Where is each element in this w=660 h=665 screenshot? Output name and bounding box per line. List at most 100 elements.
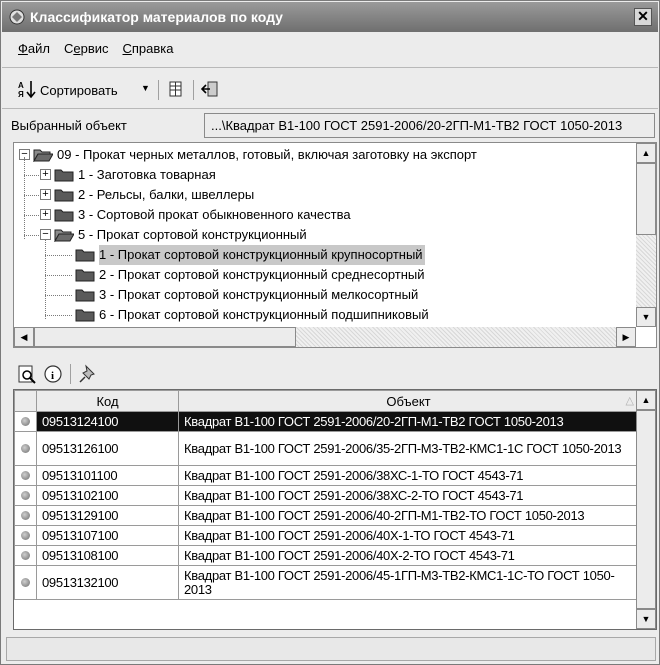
- main-toolbar: A Я Сортировать ▼: [2, 71, 658, 107]
- tree-node[interactable]: +1 - Заготовка товарная: [14, 165, 634, 185]
- columns-icon[interactable]: [167, 80, 185, 98]
- status-bar: [6, 637, 656, 661]
- table-row[interactable]: 09513102100 Квадрат В1-100 ГОСТ 2591-2006…: [14, 485, 639, 506]
- classifier-tree[interactable]: −09 - Прокат черных металлов, готовый, в…: [13, 142, 657, 348]
- scroll-up-button[interactable]: ▲: [636, 390, 656, 410]
- scroll-thumb[interactable]: [636, 410, 656, 609]
- materials-grid[interactable]: Код Объект △ 09513124100 Квадрат В1-100 ГО…: [13, 389, 657, 630]
- scroll-thumb[interactable]: [34, 327, 296, 347]
- pin-icon[interactable]: [78, 364, 98, 384]
- sort-button[interactable]: Сортировать: [40, 83, 118, 98]
- preview-icon[interactable]: [17, 364, 37, 384]
- tree-node-label[interactable]: 1 - Прокат сортовой конструкционный круп…: [99, 245, 425, 265]
- folder-open-icon: [33, 149, 53, 162]
- column-header-object[interactable]: Объект △: [178, 390, 639, 412]
- table-row[interactable]: 09513132100 Квадрат В1-100 ГОСТ 2591-2006…: [14, 565, 639, 600]
- scroll-down-button[interactable]: ▼: [636, 609, 656, 629]
- tree-horizontal-scrollbar[interactable]: ◀ ▶: [14, 327, 636, 347]
- tree-connector: [45, 239, 46, 319]
- close-button[interactable]: ✕: [634, 8, 652, 26]
- table-row[interactable]: 09513126100 Квадрат В1-100 ГОСТ 2591-2006…: [14, 431, 639, 466]
- expand-icon[interactable]: +: [40, 189, 51, 200]
- sort-az-icon[interactable]: A Я: [17, 79, 37, 99]
- tree-node-label[interactable]: 3 - Прокат сортовой конструкционный мелк…: [99, 285, 420, 305]
- expand-icon[interactable]: +: [40, 209, 51, 220]
- tree-node[interactable]: 2 - Прокат сортовой конструкционный сред…: [14, 265, 634, 285]
- cell-code[interactable]: 09513102100: [36, 485, 179, 506]
- scroll-thumb[interactable]: [636, 163, 656, 235]
- menu-file[interactable]: Файл: [18, 41, 50, 63]
- row-indicator[interactable]: [14, 485, 37, 506]
- title-bar[interactable]: Классификатор материалов по коду ✕: [2, 2, 658, 32]
- cell-object[interactable]: Квадрат В1-100 ГОСТ 2591-2006/40Х-2-ТО Г…: [178, 545, 639, 566]
- folder-icon: [75, 309, 95, 322]
- grid-vertical-scrollbar[interactable]: ▲ ▼: [636, 390, 656, 629]
- tree-node-label[interactable]: 5 - Прокат сортовой конструкционный: [78, 225, 309, 245]
- menu-help[interactable]: Справка: [123, 41, 174, 63]
- column-header-code[interactable]: Код: [36, 390, 179, 412]
- row-marker-icon: [21, 510, 30, 520]
- exit-icon[interactable]: [201, 80, 219, 98]
- classifier-window: Классификатор материалов по коду ✕ Файл …: [0, 0, 660, 665]
- scroll-up-button[interactable]: ▲: [636, 143, 656, 163]
- cell-code[interactable]: 09513126100: [36, 431, 179, 466]
- row-marker-icon: [21, 443, 30, 453]
- tree-node-label[interactable]: 6 - Прокат сортовой конструкционный подш…: [99, 305, 431, 325]
- row-indicator[interactable]: [14, 505, 37, 526]
- row-indicator[interactable]: [14, 525, 37, 546]
- svg-text:Я: Я: [18, 90, 24, 99]
- row-indicator[interactable]: [14, 565, 37, 600]
- cell-object[interactable]: Квадрат В1-100 ГОСТ 2591-2006/38ХС-2-ТО …: [178, 485, 639, 506]
- tree-node-label[interactable]: 1 - Заготовка товарная: [78, 165, 218, 185]
- tree-node-label[interactable]: 3 - Сортовой прокат обыкновенного качест…: [78, 205, 353, 225]
- selected-object-field[interactable]: ...\Квадрат В1-100 ГОСТ 2591-2006/20-2ГП…: [204, 113, 655, 138]
- tree-node[interactable]: 6 - Прокат сортовой конструкционный подш…: [14, 305, 634, 325]
- folder-icon: [75, 249, 95, 262]
- row-indicator[interactable]: [14, 431, 37, 466]
- scroll-down-button[interactable]: ▼: [636, 307, 656, 327]
- svg-text:i: i: [51, 370, 54, 382]
- tree-connector: [45, 315, 72, 316]
- table-row[interactable]: 09513101100 Квадрат В1-100 ГОСТ 2591-2006…: [14, 465, 639, 486]
- cell-code[interactable]: 09513107100: [36, 525, 179, 546]
- cell-code[interactable]: 09513129100: [36, 505, 179, 526]
- cell-code[interactable]: 09513101100: [36, 465, 179, 486]
- cell-code[interactable]: 09513108100: [36, 545, 179, 566]
- folder-icon: [75, 269, 95, 282]
- expand-icon[interactable]: +: [40, 169, 51, 180]
- tree-node[interactable]: +3 - Сортовой прокат обыкновенного качес…: [14, 205, 634, 225]
- scroll-right-button[interactable]: ▶: [616, 327, 636, 347]
- table-row[interactable]: 09513124100 Квадрат В1-100 ГОСТ 2591-2006…: [14, 411, 639, 432]
- cell-object[interactable]: Квадрат В1-100 ГОСТ 2591-2006/40Х-1-ТО Г…: [178, 525, 639, 546]
- table-row[interactable]: 09513107100 Квадрат В1-100 ГОСТ 2591-2006…: [14, 525, 639, 546]
- menu-service[interactable]: Сервис: [64, 41, 109, 63]
- table-row[interactable]: 09513129100 Квадрат В1-100 ГОСТ 2591-2006…: [14, 505, 639, 526]
- row-indicator[interactable]: [14, 411, 37, 432]
- table-row[interactable]: 09513108100 Квадрат В1-100 ГОСТ 2591-2006…: [14, 545, 639, 566]
- indicator-header: [14, 390, 37, 412]
- cell-object[interactable]: Квадрат В1-100 ГОСТ 2591-2006/38ХС-1-ТО …: [178, 465, 639, 486]
- folder-icon: [75, 289, 95, 302]
- row-indicator[interactable]: [14, 465, 37, 486]
- cell-object[interactable]: Квадрат В1-100 ГОСТ 2591-2006/20-2ГП-М1-…: [178, 411, 639, 432]
- row-indicator[interactable]: [14, 545, 37, 566]
- cell-code[interactable]: 09513132100: [36, 565, 179, 600]
- tree-vertical-scrollbar[interactable]: ▲ ▼: [636, 143, 656, 327]
- cell-code[interactable]: 09513124100: [36, 411, 179, 432]
- tree-node[interactable]: +2 - Рельсы, балки, швеллеры: [14, 185, 634, 205]
- tree-node[interactable]: −5 - Прокат сортовой конструкционный: [14, 225, 634, 245]
- cell-object[interactable]: Квадрат В1-100 ГОСТ 2591-2006/40-2ГП-М1-…: [178, 505, 639, 526]
- tree-node-label[interactable]: 2 - Прокат сортовой конструкционный сред…: [99, 265, 427, 285]
- tree-node[interactable]: −09 - Прокат черных металлов, готовый, в…: [14, 145, 634, 165]
- chevron-down-icon[interactable]: ▼: [141, 83, 150, 93]
- scroll-left-button[interactable]: ◀: [14, 327, 34, 347]
- tree-node-label[interactable]: 2 - Рельсы, балки, швеллеры: [78, 185, 256, 205]
- cell-object[interactable]: Квадрат В1-100 ГОСТ 2591-2006/45-1ГП-М3-…: [178, 565, 639, 600]
- tree-connector: [45, 295, 72, 296]
- row-marker-icon: [21, 416, 30, 426]
- cell-object[interactable]: Квадрат В1-100 ГОСТ 2591-2006/35-2ГП-М3-…: [178, 431, 639, 466]
- tree-node-label[interactable]: 09 - Прокат черных металлов, готовый, вк…: [57, 145, 479, 165]
- info-icon[interactable]: i: [43, 364, 63, 384]
- tree-node[interactable]: 3 - Прокат сортовой конструкционный мелк…: [14, 285, 634, 305]
- tree-node[interactable]: 1 - Прокат сортовой конструкционный круп…: [14, 245, 634, 265]
